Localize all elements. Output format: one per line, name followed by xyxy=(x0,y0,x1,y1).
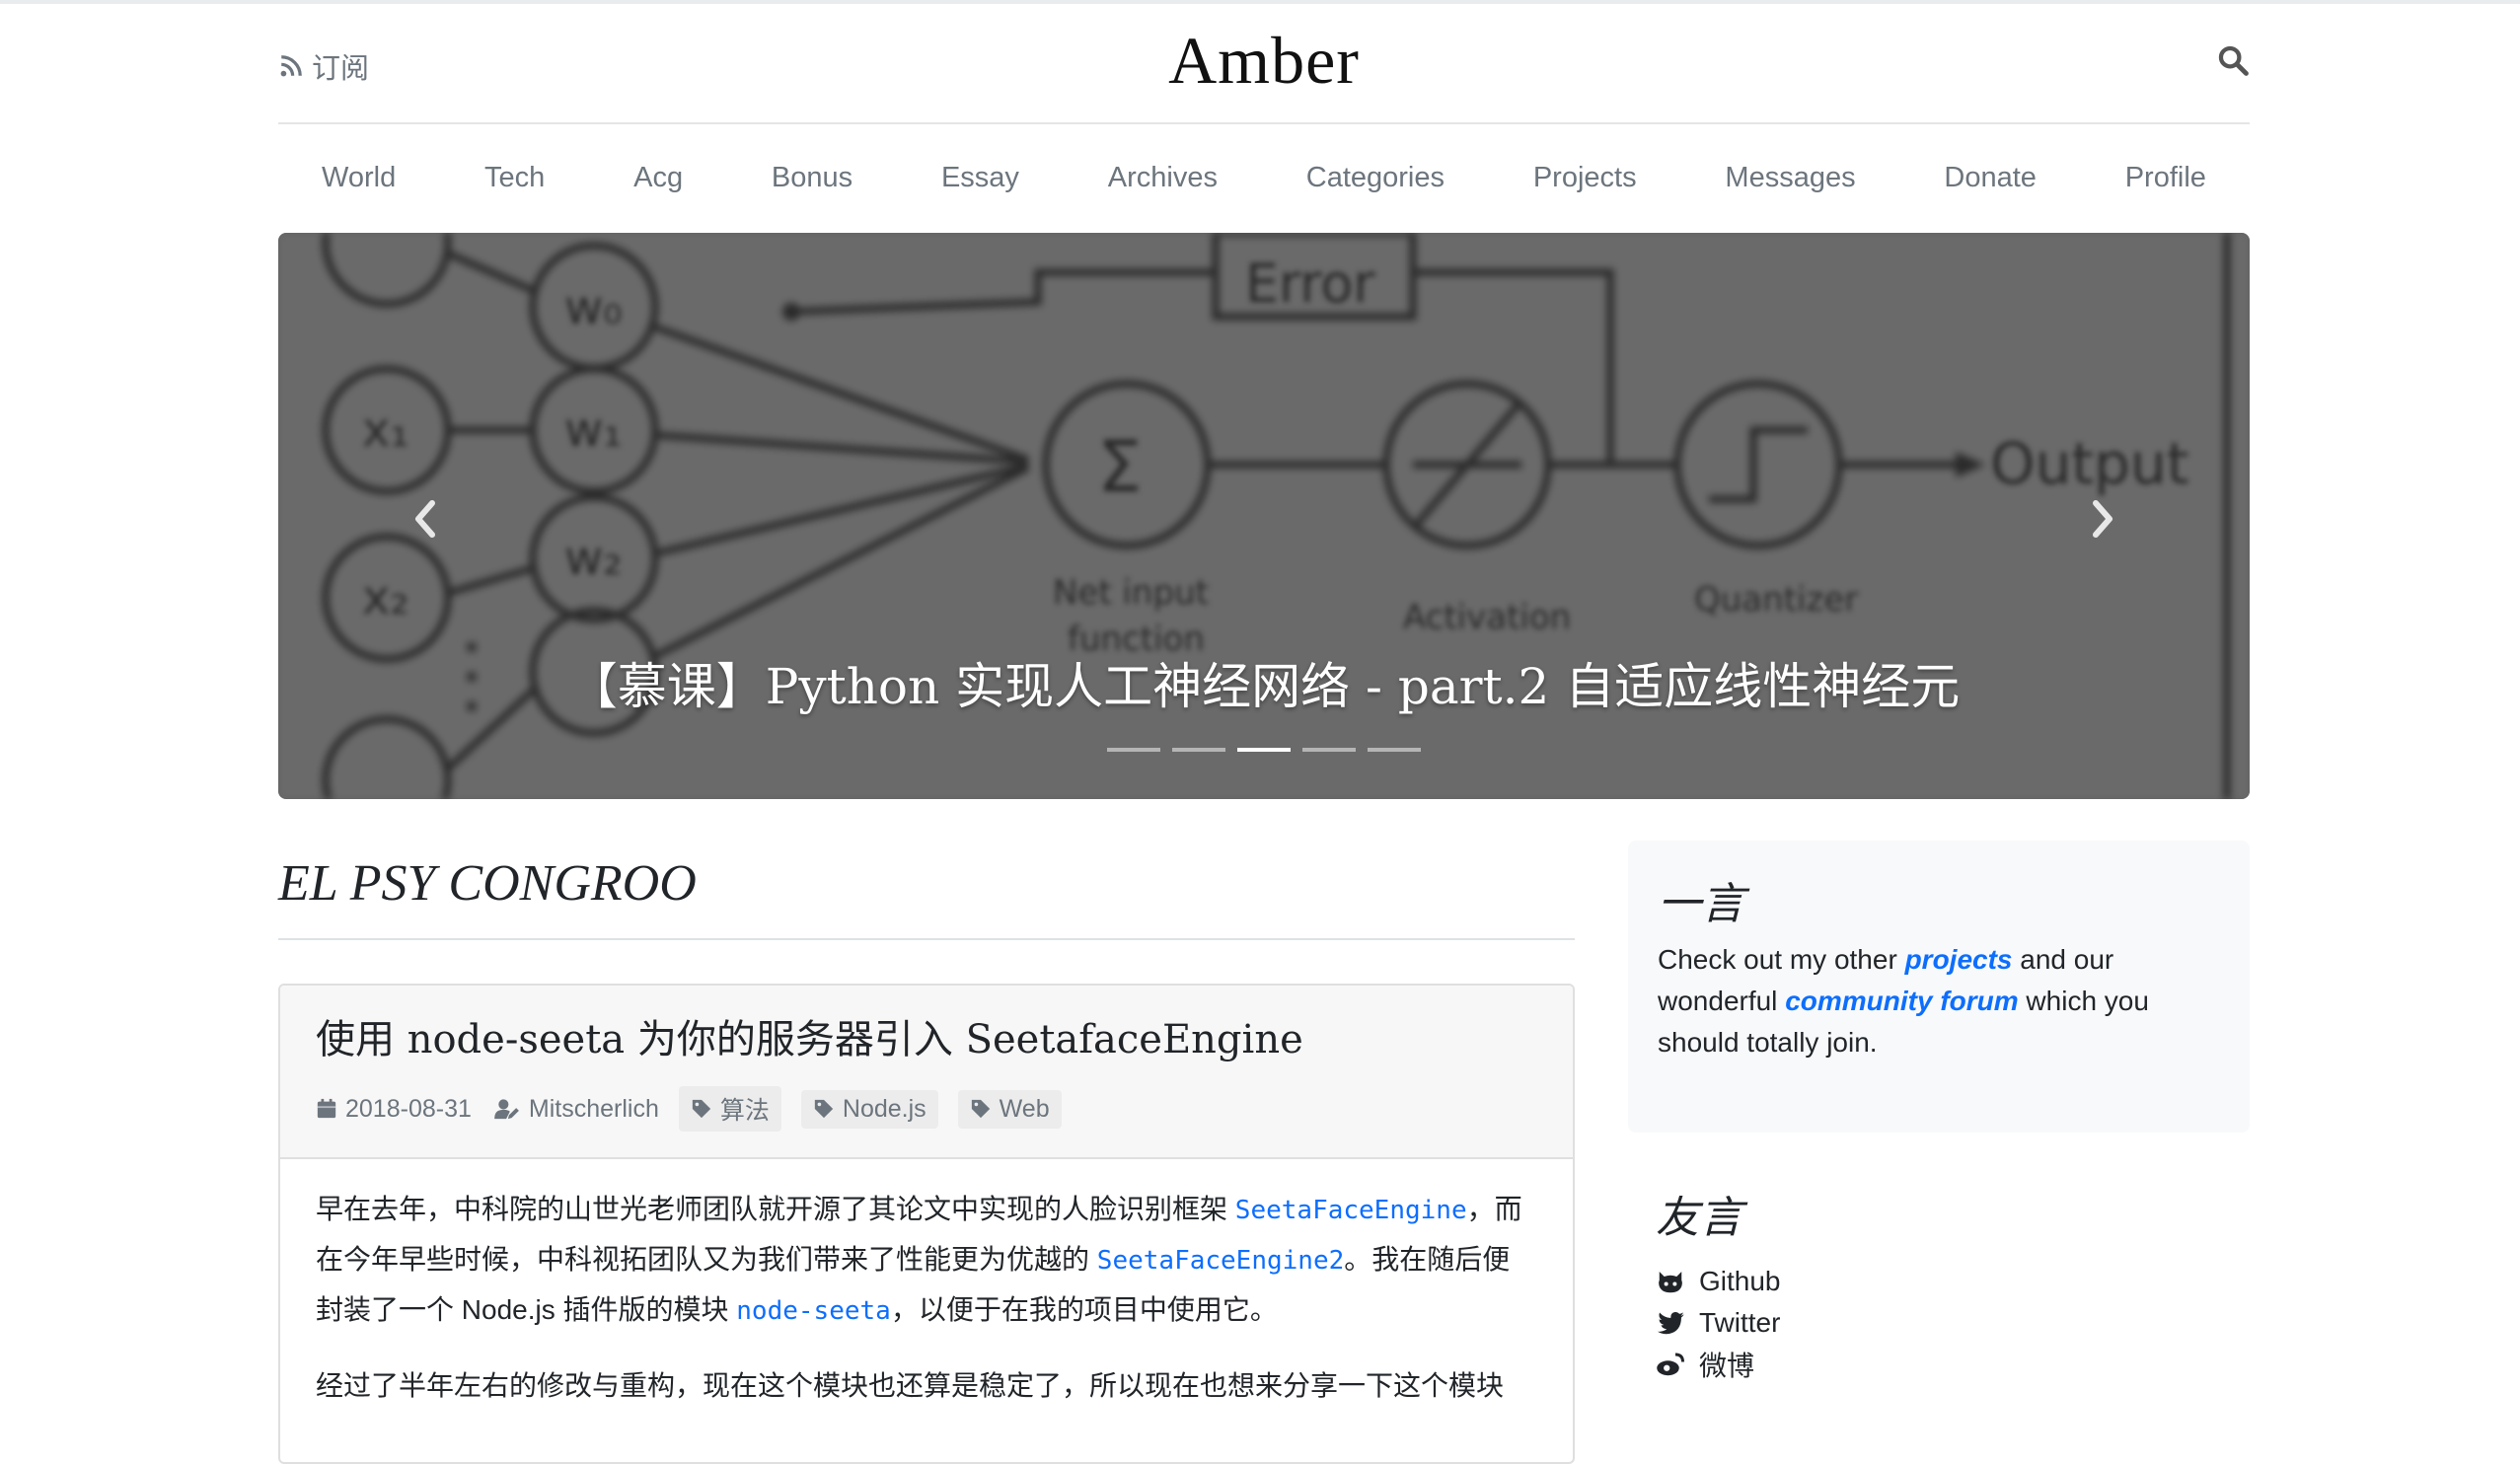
quote-title: 一言 xyxy=(1658,879,1744,929)
post-paragraph: 经过了半年左右的修改与重构，现在这个模块也还算是稳定了，所以现在也想来分享一下这… xyxy=(316,1370,1505,1401)
carousel-indicator[interactable] xyxy=(1107,748,1160,752)
search-icon xyxy=(2218,45,2249,76)
search-button[interactable] xyxy=(2216,43,2250,77)
content-area: EL PSY CONGROO 使用 node-seeta 为你的服务器引入 Se… xyxy=(278,841,2250,1464)
link-label: Github xyxy=(1699,1266,1781,1296)
nav-item-projects[interactable]: Projects xyxy=(1533,162,1637,194)
carousel-indicators xyxy=(278,748,2250,752)
link-github[interactable]: Github xyxy=(1656,1261,2222,1302)
nav-item-tech[interactable]: Tech xyxy=(484,162,545,194)
github-icon xyxy=(1659,1272,1682,1293)
weibo-icon xyxy=(1657,1353,1684,1376)
post-tag-label: Node.js xyxy=(842,1094,926,1123)
post-tag-label: 算法 xyxy=(719,1097,770,1125)
community-forum-link[interactable]: community forum xyxy=(1785,986,2018,1016)
chevron-right-icon xyxy=(2093,500,2112,538)
post-paragraph: 早在去年，中科院的山世光老师团队就开源了其论文中实现的人脸识别框架 SeetaF… xyxy=(316,1185,1537,1336)
hero-carousel[interactable]: Error Output Σ Net input function Activa… xyxy=(278,233,2250,799)
nav-item-categories[interactable]: Categories xyxy=(1306,162,1445,194)
carousel-indicator[interactable] xyxy=(1368,748,1421,752)
site-brand[interactable]: Amber xyxy=(278,22,2250,100)
post-tag[interactable]: Node.js xyxy=(800,1089,938,1129)
carousel-indicator[interactable] xyxy=(1302,748,1356,752)
link-label: 微博 xyxy=(1699,1351,1755,1381)
nav-item-profile[interactable]: Profile xyxy=(2125,162,2206,194)
carousel-caption[interactable]: 【慕课】Python 实现人工神经网络 - part.2 自适应线性神经元 xyxy=(278,647,2250,718)
inline-code-link[interactable]: node-seeta xyxy=(736,1296,891,1326)
friend-links: 友言 Github Twitter 微博 xyxy=(1628,1182,2250,1385)
quote-text-part: Check out my other xyxy=(1658,944,1905,975)
sidebar: 一言 Check out my other projects and our w… xyxy=(1628,841,2250,1464)
nav-item-world[interactable]: World xyxy=(322,162,396,194)
inline-code-link[interactable]: SeetaFaceEngine xyxy=(1235,1196,1467,1225)
post-title[interactable]: 使用 node-seeta 为你的服务器引入 SeetafaceEngine xyxy=(316,1007,1537,1064)
link-label: Twitter xyxy=(1699,1307,1781,1338)
carousel-indicator-active[interactable] xyxy=(1237,748,1291,752)
main-nav: World Tech Acg Bonus Essay Archives Cate… xyxy=(278,124,2250,231)
projects-link[interactable]: projects xyxy=(1905,944,2013,975)
page-container: 订阅 Amber World Tech Acg Bonus Essay Arch… xyxy=(278,0,2250,1464)
post-text: ，以便于在我的项目中使用它。 xyxy=(890,1294,1278,1325)
nav-item-acg[interactable]: Acg xyxy=(633,162,683,194)
nav-item-donate[interactable]: Donate xyxy=(1944,162,2037,194)
user-edit-icon xyxy=(494,1099,519,1120)
post-tag[interactable]: Web xyxy=(957,1089,1062,1129)
post-tag[interactable]: 算法 xyxy=(678,1086,781,1132)
inline-code-link[interactable]: SeetaFaceEngine2 xyxy=(1097,1246,1344,1276)
twitter-icon xyxy=(1657,1311,1684,1335)
quote-text: Check out my other projects and our wond… xyxy=(1658,939,2220,1063)
post-author[interactable]: Mitscherlich xyxy=(493,1095,659,1124)
nav-item-essay[interactable]: Essay xyxy=(941,162,1019,194)
post-card-header: 使用 node-seeta 为你的服务器引入 SeetafaceEngine 2… xyxy=(280,986,1573,1159)
post-date-text: 2018-08-31 xyxy=(345,1094,472,1123)
quote-card: 一言 Check out my other projects and our w… xyxy=(1628,841,2250,1133)
site-header: 订阅 Amber xyxy=(278,0,2250,124)
post-text: 早在去年，中科院的山世光老师团队就开源了其论文中实现的人脸识别框架 xyxy=(316,1194,1235,1224)
nav-item-messages[interactable]: Messages xyxy=(1725,162,1855,194)
carousel-indicator[interactable] xyxy=(1172,748,1225,752)
page-heading: EL PSY CONGROO xyxy=(278,841,1575,940)
post-card: 使用 node-seeta 为你的服务器引入 SeetafaceEngine 2… xyxy=(278,984,1575,1464)
carousel-next-button[interactable] xyxy=(2082,489,2121,549)
chevron-left-icon xyxy=(415,500,435,538)
calendar-icon xyxy=(317,1098,336,1119)
post-date: 2018-08-31 xyxy=(316,1095,472,1124)
post-tag-label: Web xyxy=(999,1094,1050,1123)
post-meta: 2018-08-31 Mitscherlich 算法 Node.js Web xyxy=(316,1086,1537,1132)
main-column: EL PSY CONGROO 使用 node-seeta 为你的服务器引入 Se… xyxy=(278,841,1575,1464)
post-body: 早在去年，中科院的山世光老师团队就开源了其论文中实现的人脸识别框架 SeetaF… xyxy=(280,1159,1573,1462)
nav-item-archives[interactable]: Archives xyxy=(1108,162,1218,194)
tag-icon xyxy=(814,1099,834,1119)
carousel-prev-button[interactable] xyxy=(407,489,446,549)
link-twitter[interactable]: Twitter xyxy=(1656,1302,2222,1344)
post-author-name: Mitscherlich xyxy=(528,1094,659,1123)
friend-links-title: 友言 xyxy=(1656,1193,1742,1243)
nav-item-bonus[interactable]: Bonus xyxy=(772,162,852,194)
tag-icon xyxy=(692,1099,711,1119)
tag-icon xyxy=(971,1099,990,1119)
